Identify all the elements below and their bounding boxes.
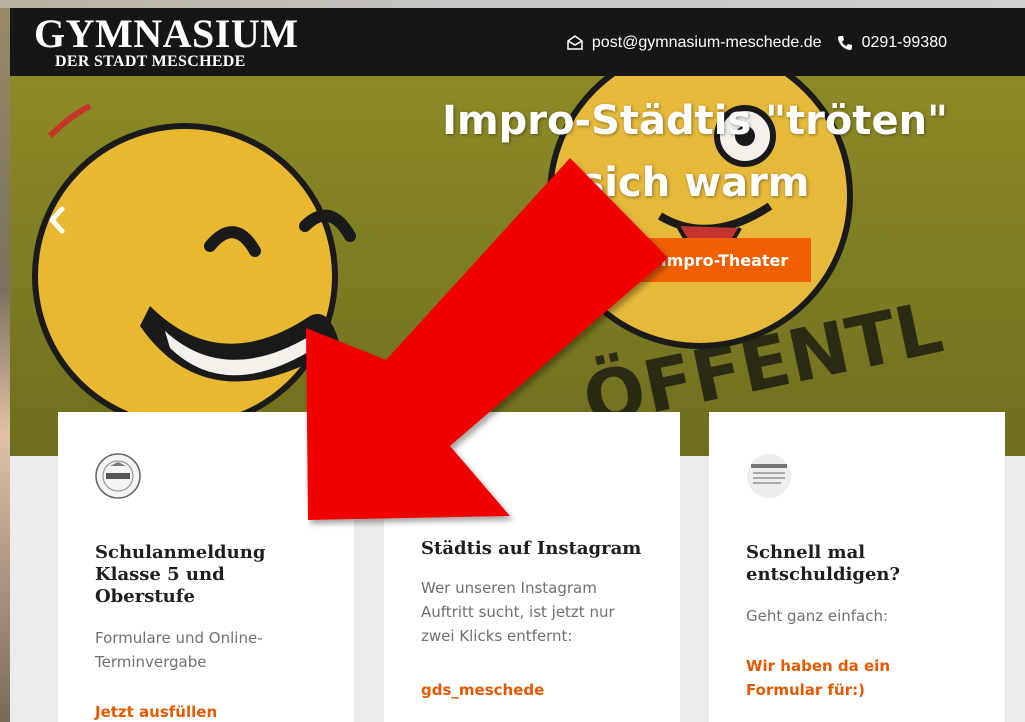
school-seal-icon — [94, 452, 142, 500]
impro-theater-button[interactable]: Impro-Theater — [638, 238, 811, 282]
hero-title: Impro-Städtis "tröten" sich warm — [442, 98, 948, 206]
card-title: Städtis auf Instagram — [421, 538, 642, 559]
top-bar: GYMNASIUM DER STADT MESCHEDE post@gymnas… — [10, 8, 1025, 76]
card-schulanmeldung: Schulanmeldung Klasse 5 und Oberstufe Fo… — [58, 412, 354, 722]
card-text: Wer unseren Instagram Auftritt sucht, is… — [421, 579, 615, 645]
school-logo[interactable]: GYMNASIUM DER STADT MESCHEDE — [34, 14, 298, 70]
website-page: GYMNASIUM DER STADT MESCHEDE post@gymnas… — [10, 8, 1025, 722]
mail-icon — [566, 34, 584, 52]
card-link[interactable]: gds_meschede — [421, 678, 544, 702]
document-stamp-icon — [745, 452, 793, 500]
card-link[interactable]: Wir haben da ein Formular für:) — [746, 654, 946, 702]
card-text: Geht ganz einfach: — [746, 607, 889, 625]
chevron-left-icon[interactable] — [42, 200, 72, 240]
contact-info: post@gymnasium-meschede.de 0291-99380 — [566, 34, 947, 52]
card-text: Formulare und Online-Terminvergabe — [95, 629, 263, 671]
logo-sub-text: DER STADT MESCHEDE — [55, 53, 246, 70]
hero-slider: ÖFFENTL Impro-Städtis "tröten" sich warm… — [10, 76, 1025, 456]
instagram-icon — [420, 452, 468, 500]
card-link[interactable]: Jetzt ausfüllen — [95, 700, 217, 722]
card-title: Schnell mal entschuldigen? — [746, 542, 901, 585]
card-entschuldigung: Schnell mal entschuldigen? Geht ganz ein… — [709, 412, 1005, 722]
phone-link[interactable]: 0291-99380 — [862, 34, 947, 52]
logo-main-text: GYMNASIUM — [34, 11, 299, 56]
card-title: Schulanmeldung Klasse 5 und Oberstufe — [95, 542, 266, 607]
card-instagram: Städtis auf Instagram Wer unseren Instag… — [384, 412, 680, 722]
phone-icon — [836, 34, 854, 52]
background-edge-top — [0, 0, 1025, 8]
email-link[interactable]: post@gymnasium-meschede.de — [592, 34, 822, 52]
